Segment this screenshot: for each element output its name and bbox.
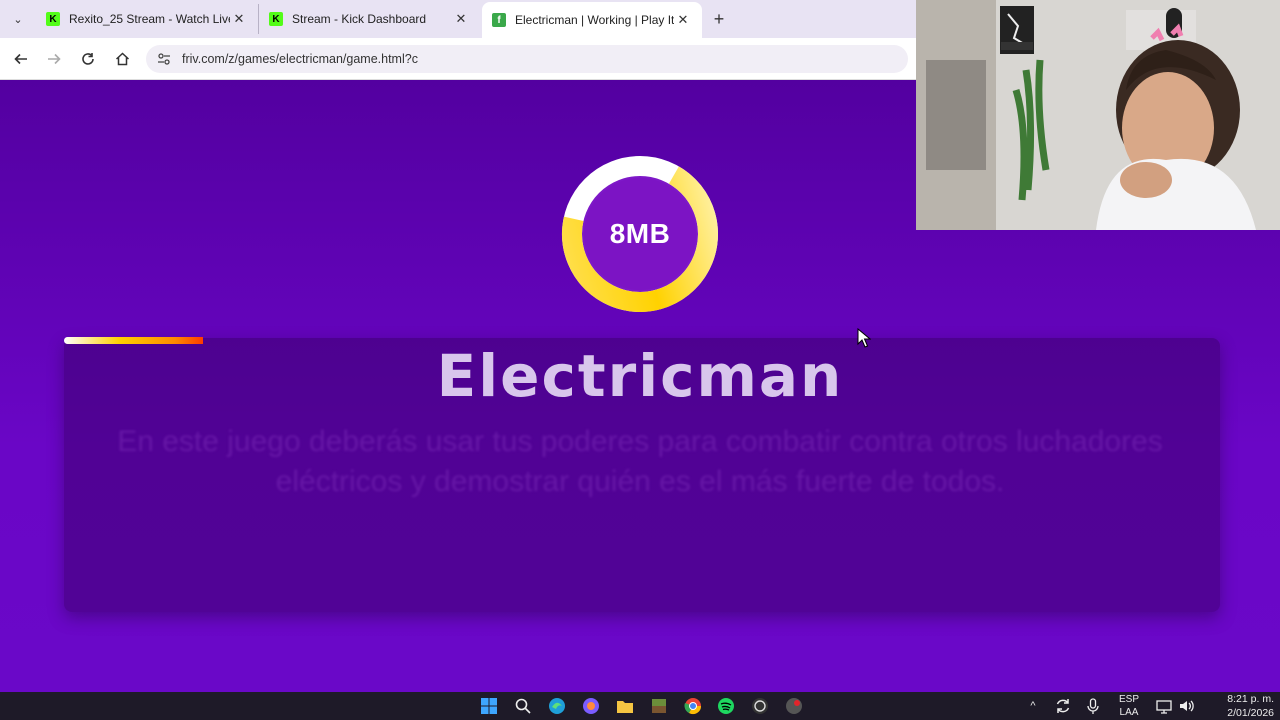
close-icon[interactable]: ✕	[230, 11, 248, 27]
windows-start-icon[interactable]	[480, 697, 498, 715]
browser-toolbar: friv.com/z/games/electricman/game.html?c	[0, 38, 916, 80]
tab-title: Stream - Kick Dashboard	[292, 12, 427, 26]
tab-strip: ⌄ K Rexito_25 Stream - Watch Live ✕ K St…	[0, 0, 916, 38]
game-description: En este juego deberás usar tus poderes p…	[117, 425, 1163, 498]
tab-kick-dashboard[interactable]: K Stream - Kick Dashboard ✕	[258, 4, 480, 34]
keyboard-layout: LAA	[1119, 707, 1139, 718]
kick-icon: K	[269, 12, 283, 26]
spotify-icon[interactable]	[717, 697, 735, 715]
back-arrow-icon[interactable]	[10, 48, 32, 70]
language-code: ESP	[1118, 694, 1139, 705]
kick-icon: K	[46, 12, 60, 26]
reload-icon[interactable]	[77, 48, 99, 70]
close-icon[interactable]: ✕	[674, 12, 692, 28]
minecraft-icon[interactable]	[650, 697, 668, 715]
streamer-webcam-image	[916, 0, 1280, 230]
volume-icon[interactable]	[1178, 697, 1196, 715]
tab-electricman[interactable]: f Electricman | Working | Play It A ✕	[482, 2, 702, 38]
mouse-cursor-icon	[857, 328, 871, 348]
file-size-label: 8MB	[609, 218, 671, 249]
search-icon[interactable]	[514, 697, 532, 715]
microphone-icon[interactable]	[1084, 697, 1102, 715]
new-tab-button[interactable]: +	[708, 8, 730, 30]
chrome-icon[interactable]	[684, 697, 702, 715]
copilot-icon[interactable]	[582, 697, 600, 715]
file-explorer-icon[interactable]	[616, 697, 634, 715]
webcam-overlay	[916, 0, 1280, 230]
obs-icon[interactable]	[751, 697, 769, 715]
game-title: Electricman	[436, 342, 844, 410]
tab-title: Rexito_25 Stream - Watch Live	[69, 12, 230, 26]
clock-time: 8:21 p. m.	[1227, 693, 1274, 705]
tab-title: Electricman | Working | Play It A	[515, 13, 674, 27]
network-icon[interactable]	[1155, 697, 1173, 715]
forward-arrow-icon[interactable]	[43, 48, 65, 70]
system-clock[interactable]: 8:21 p. m. 2/01/2026	[1200, 692, 1274, 720]
edge-browser-icon[interactable]	[548, 697, 566, 715]
home-icon[interactable]	[111, 48, 133, 70]
address-bar[interactable]: friv.com/z/games/electricman/game.html?c	[146, 45, 908, 73]
chevron-up-icon[interactable]: ^	[1024, 696, 1042, 716]
url-text: friv.com/z/games/electricman/game.html?c	[182, 52, 418, 66]
windows-taskbar: ^ ESP LAA 8:21 p. m. 2/01/2026	[0, 692, 1280, 720]
tab-search-chevron-icon[interactable]: ⌄	[6, 8, 30, 30]
sync-icon[interactable]	[1054, 697, 1072, 715]
tab-rexito-stream[interactable]: K Rexito_25 Stream - Watch Live ✕	[36, 4, 258, 34]
clock-date: 2/01/2026	[1227, 707, 1274, 719]
close-icon[interactable]: ✕	[452, 11, 470, 27]
input-language-indicator[interactable]: ESP LAA	[1114, 693, 1144, 719]
friv-icon: f	[492, 13, 506, 27]
site-settings-icon[interactable]	[156, 51, 172, 67]
app-icon[interactable]	[785, 697, 803, 715]
